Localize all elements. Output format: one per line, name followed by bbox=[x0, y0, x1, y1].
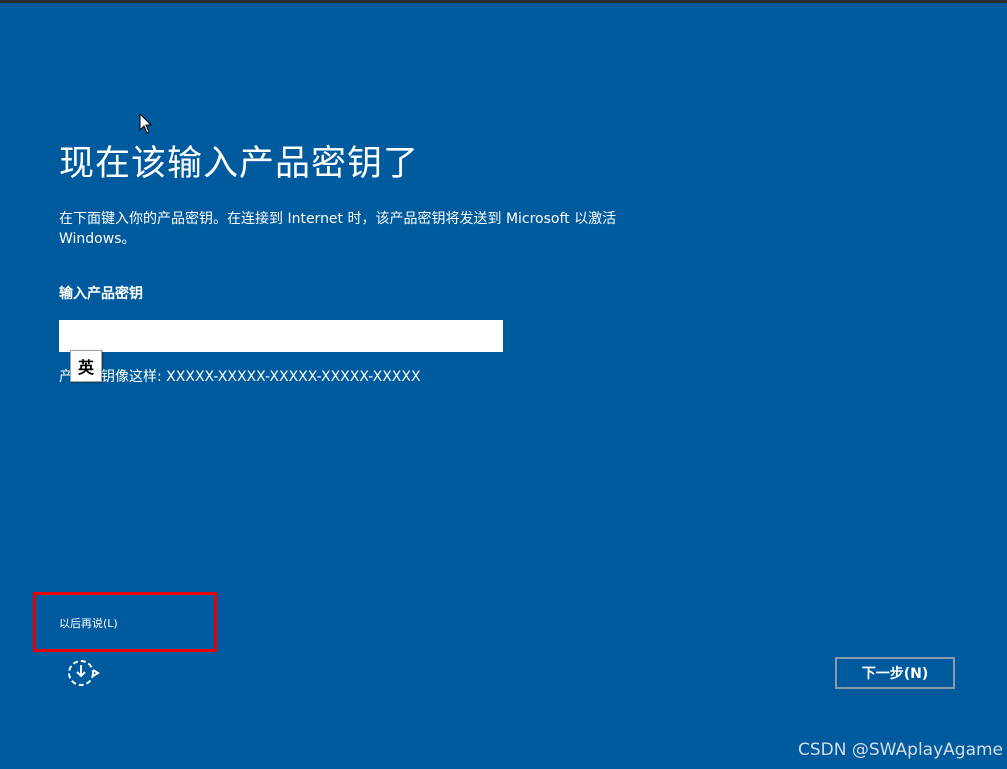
description-text: 在下面键入你的产品密钥。在连接到 Internet 时，该产品密钥将发送到 Mi… bbox=[59, 211, 617, 247]
product-key-format-hint: 产品密钥像这样: XXXXX-XXXXX-XXXXX-XXXXX-XXXXX bbox=[59, 369, 421, 385]
page-title: 现在该输入产品密钥了 bbox=[59, 144, 420, 184]
top-window-strip bbox=[0, 0, 1007, 3]
ime-mode-indicator: 英 bbox=[70, 350, 102, 382]
product-key-label: 输入产品密钥 bbox=[59, 286, 143, 302]
watermark-text: CSDN @SWAplayAgame bbox=[798, 740, 1004, 760]
mouse-pointer-icon bbox=[139, 113, 153, 134]
skip-for-now-link[interactable]: 以后再说(L) bbox=[59, 616, 118, 632]
product-key-input[interactable] bbox=[59, 320, 503, 352]
ease-of-access-icon[interactable] bbox=[64, 656, 102, 690]
next-button[interactable]: 下一步(N) bbox=[835, 657, 955, 689]
